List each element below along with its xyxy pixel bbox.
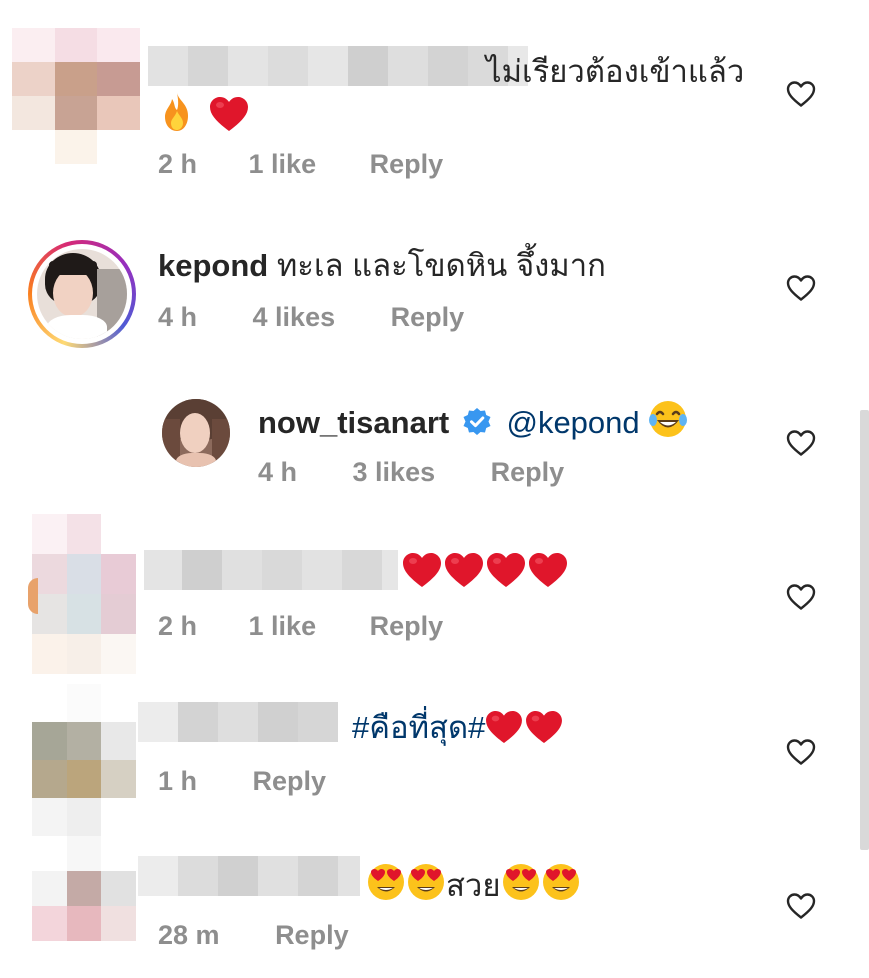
comment-text: สวย <box>366 862 581 906</box>
heart-outline-icon[interactable] <box>786 429 816 457</box>
red-heart-emoji <box>444 552 484 588</box>
comment-likes[interactable]: 4 likes <box>253 300 336 334</box>
red-heart-emoji <box>486 552 526 588</box>
comment-text: now_tisanart @kepond <box>258 399 688 443</box>
comment-text: #คือที่สุด# <box>352 708 563 748</box>
fire-emoji <box>160 92 194 132</box>
comment-reply-item: now_tisanart @kepond 4 h 3 likes Reply <box>0 395 869 505</box>
comment-time: 4 h <box>258 457 298 487</box>
comment-likes[interactable]: 1 like <box>249 147 317 181</box>
comment-meta: 2 h 1 like Reply <box>158 609 443 643</box>
blurred-username <box>138 702 338 742</box>
comment-meta: 4 h 4 likes Reply <box>158 300 464 334</box>
heart-eyes-emoji <box>406 862 446 902</box>
heart-outline-icon[interactable] <box>786 274 816 302</box>
comment-time: 28 m <box>158 920 220 950</box>
comment-time: 1 h <box>158 766 198 796</box>
reply-button[interactable]: Reply <box>491 455 565 489</box>
avatar[interactable] <box>32 836 136 976</box>
red-heart-emoji <box>528 552 568 588</box>
comment-item: #คือที่สุด# 1 h Reply <box>0 680 869 840</box>
comment-username[interactable]: kepond <box>158 248 268 283</box>
tears-of-joy-emoji <box>648 399 688 439</box>
avatar[interactable] <box>12 28 140 164</box>
red-heart-emoji <box>402 552 442 588</box>
comment-likes[interactable]: 1 like <box>249 609 317 643</box>
comment-item: 2 h 1 like Reply <box>0 512 869 677</box>
reply-button[interactable]: Reply <box>275 918 349 952</box>
comment-item: ไม่เรียวต้องเข้าแล้ว 2 h 1 like Reply <box>0 0 869 200</box>
avatar-ring <box>28 578 38 614</box>
comment-time: 2 h <box>158 611 198 641</box>
comment-meta: 4 h 3 likes Reply <box>258 455 564 489</box>
comment-emoji-line <box>402 552 568 592</box>
comment-emoji-line <box>160 92 249 136</box>
comment-meta: 1 h Reply <box>158 764 326 798</box>
red-heart-emoji <box>209 96 249 132</box>
reply-button[interactable]: Reply <box>370 147 444 181</box>
comment-body: ทะเล และโขดหิน จึ้งมาก <box>276 248 606 283</box>
heart-outline-icon[interactable] <box>786 738 816 766</box>
heart-eyes-emoji <box>501 862 541 902</box>
red-heart-emoji <box>525 710 563 744</box>
reply-button[interactable]: Reply <box>253 764 327 798</box>
verified-badge-icon <box>463 408 491 435</box>
heart-eyes-emoji <box>366 862 406 902</box>
scrollbar[interactable] <box>860 410 869 850</box>
avatar[interactable] <box>32 514 136 674</box>
avatar-now-tisanart[interactable] <box>162 399 230 467</box>
blurred-username <box>138 856 360 896</box>
comment-body: สวย <box>446 868 501 903</box>
comment-meta: 2 h 1 like Reply <box>158 147 443 181</box>
heart-outline-icon[interactable] <box>786 80 816 108</box>
comment-text: ไม่เรียวต้องเข้าแล้ว <box>486 52 744 92</box>
comment-item: สวย 28 m Reply <box>0 836 869 978</box>
heart-outline-icon[interactable] <box>786 583 816 611</box>
blurred-username <box>148 46 528 86</box>
avatar-kepond[interactable] <box>28 240 136 348</box>
comment-username[interactable]: now_tisanart <box>258 405 449 440</box>
reply-button[interactable]: Reply <box>391 300 465 334</box>
heart-eyes-emoji <box>541 862 581 902</box>
comment-time: 4 h <box>158 302 198 332</box>
mention-link[interactable]: @kepond <box>506 405 639 440</box>
comment-body: ไม่เรียวต้องเข้าแล้ว <box>486 54 745 89</box>
avatar[interactable] <box>32 684 136 836</box>
comment-text: kepond ทะเล และโขดหิน จึ้งมาก <box>158 246 606 286</box>
comment-time: 2 h <box>158 149 198 179</box>
blurred-username <box>144 550 398 590</box>
heart-outline-icon[interactable] <box>786 892 816 920</box>
comment-meta: 28 m Reply <box>158 918 349 952</box>
comment-likes[interactable]: 3 likes <box>353 455 436 489</box>
reply-button[interactable]: Reply <box>370 609 444 643</box>
comment-item: kepond ทะเล และโขดหิน จึ้งมาก 4 h 4 like… <box>0 230 869 360</box>
red-heart-emoji <box>485 710 523 744</box>
hashtag-link[interactable]: #คือที่สุด# <box>352 710 485 745</box>
